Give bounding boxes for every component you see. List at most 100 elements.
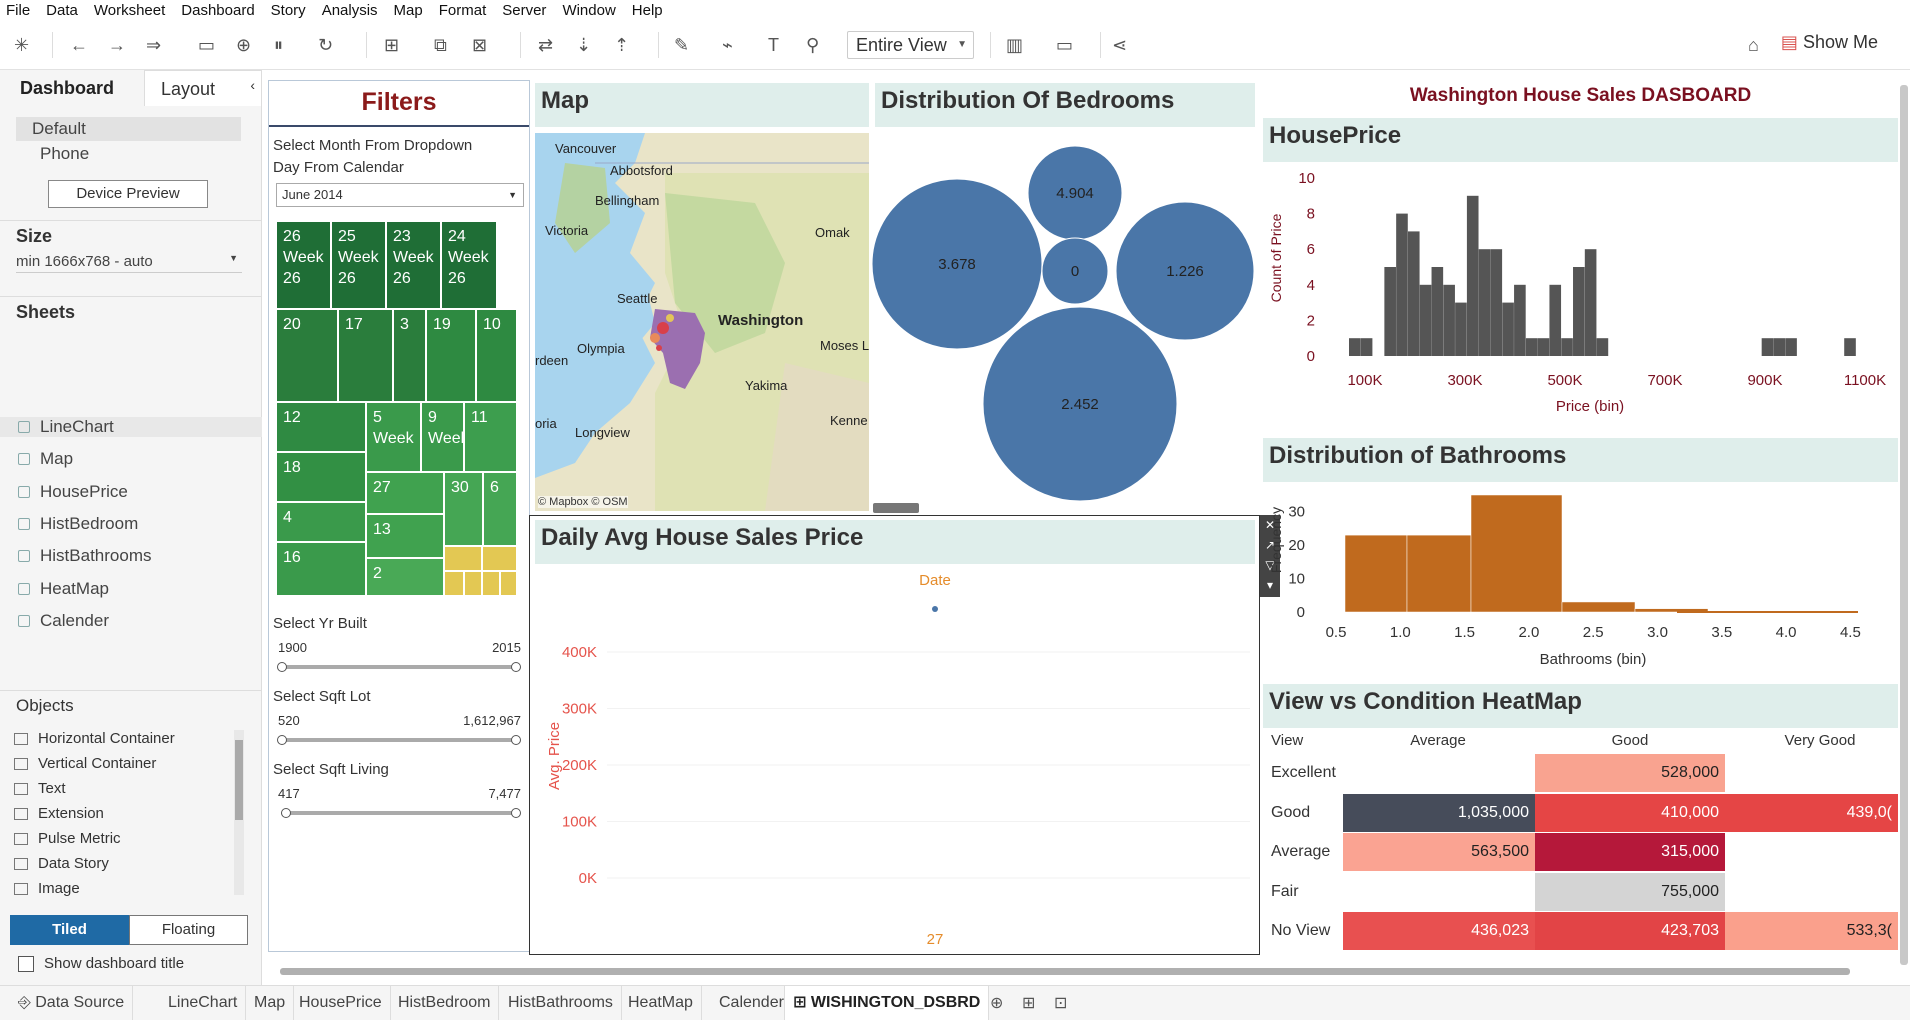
menu-analysis[interactable]: Analysis	[322, 2, 378, 19]
calendar-day[interactable]: 16	[276, 542, 366, 596]
tableau-logo-icon[interactable]: ✳	[14, 33, 29, 57]
tiled-button[interactable]: Tiled	[10, 915, 129, 945]
resize-handle[interactable]	[873, 503, 919, 513]
bath-bar[interactable]	[1470, 494, 1563, 613]
new-worksheet-icon[interactable]: ⊞	[384, 33, 399, 57]
presentation-icon[interactable]: ▭	[1056, 33, 1073, 57]
calendar-day[interactable]	[444, 571, 464, 596]
price-bar[interactable]	[1561, 338, 1573, 356]
map-view[interactable]: Vancouver Abbotsford Bellingham Victoria Oma…	[535, 133, 869, 511]
calendar-day[interactable]: 3	[393, 309, 426, 402]
group-icon[interactable]: ⌁	[722, 33, 733, 57]
floating-button[interactable]: Floating	[129, 915, 248, 945]
heatmap-cell[interactable]: 528,000	[1535, 754, 1725, 792]
fit-dropdown[interactable]: Entire View ▼	[847, 31, 974, 59]
duplicate-icon[interactable]: ⧉	[434, 33, 447, 57]
calendar-day[interactable]: 18	[276, 452, 366, 502]
menu-window[interactable]: Window	[562, 2, 615, 19]
price-bar[interactable]	[1396, 213, 1408, 356]
sqft-lot-max-handle[interactable]	[511, 735, 521, 745]
calendar-day[interactable]	[482, 546, 517, 571]
bottom-tab-data-source[interactable]: ⎆ Data Source	[10, 986, 134, 1020]
price-bar[interactable]	[1844, 338, 1856, 356]
collapse-icon[interactable]: ‹	[250, 77, 255, 93]
calendar-day[interactable]: 10	[476, 309, 517, 402]
pause-updates-icon[interactable]: ⏸	[274, 33, 283, 57]
bath-bar[interactable]	[1406, 534, 1472, 613]
show-title-checkbox[interactable]: Show dashboard title	[18, 955, 184, 972]
heatmap-cell[interactable]: 410,000	[1535, 793, 1725, 832]
labels-icon[interactable]: T	[768, 33, 779, 57]
show-me-button[interactable]: ▤ Show Me	[1781, 32, 1878, 53]
price-bar[interactable]	[1478, 249, 1491, 356]
sort-desc-icon[interactable]: ⇡	[614, 33, 629, 57]
menu-map[interactable]: Map	[394, 2, 423, 19]
format-painter-icon[interactable]: ⌂	[1748, 33, 1759, 57]
heatmap-cell[interactable]: 315,000	[1535, 833, 1725, 871]
heatmap-cell[interactable]: 1,035,000	[1343, 793, 1535, 832]
price-bar[interactable]	[1431, 267, 1444, 356]
calendar-day[interactable]: 23 Week 26	[386, 221, 441, 309]
price-bar[interactable]	[1419, 284, 1432, 356]
heatmap-cell[interactable]: 563,500	[1343, 833, 1535, 871]
calendar-day[interactable]: 17	[338, 309, 393, 402]
bottom-tab-houseprice[interactable]: HousePrice	[291, 986, 391, 1020]
price-bar[interactable]	[1525, 338, 1538, 356]
calendar-day[interactable]	[464, 571, 482, 596]
price-bar[interactable]	[1549, 284, 1562, 356]
sqft-lot-min-handle[interactable]	[277, 735, 287, 745]
bottom-tab-wishington-dsbrd[interactable]: ⊞ WISHINGTON_DSBRD	[784, 986, 990, 1020]
menu-file[interactable]: File	[6, 2, 30, 19]
price-bar[interactable]	[1596, 338, 1609, 356]
device-default[interactable]: Default	[16, 117, 241, 141]
redo-icon[interactable]: →	[108, 33, 126, 57]
heatmap-cell[interactable]: 533,3(	[1725, 912, 1898, 950]
undo-icon[interactable]: ←	[70, 33, 88, 57]
bottom-tab-linechart[interactable]: LineChart	[160, 986, 247, 1020]
highlight-icon[interactable]: ✎	[674, 33, 689, 57]
object-pulse-metric[interactable]: Pulse Metric	[14, 830, 121, 847]
calendar-day[interactable]: 24 Week 26	[441, 221, 497, 309]
price-bar[interactable]	[1785, 338, 1797, 356]
save-icon[interactable]: ▭	[198, 33, 215, 57]
sheet-histbedroom[interactable]: HistBedroom	[18, 514, 138, 534]
new-story-icon[interactable]: ⊡	[1054, 993, 1067, 1013]
tab-dashboard[interactable]: Dashboard	[0, 70, 144, 106]
price-bar[interactable]	[1514, 284, 1526, 356]
heatmap-cell[interactable]	[1725, 873, 1898, 911]
daily-point[interactable]	[932, 606, 938, 612]
refresh-icon[interactable]: ↻	[318, 33, 333, 57]
heatmap-cell[interactable]: 423,703	[1535, 912, 1725, 950]
menu-server[interactable]: Server	[502, 2, 546, 19]
calendar-day[interactable]	[444, 546, 482, 571]
calendar-day[interactable]	[500, 571, 517, 596]
bottom-tab-heatmap[interactable]: HeatMap	[620, 986, 702, 1020]
calendar-day[interactable]: 9 Week	[421, 402, 469, 472]
object-horizontal-container[interactable]: Horizontal Container	[14, 730, 175, 747]
price-bar[interactable]	[1537, 338, 1550, 356]
menu-help[interactable]: Help	[632, 2, 663, 19]
price-bar[interactable]	[1443, 284, 1455, 356]
swap-icon[interactable]: ⇄	[538, 33, 553, 57]
bath-bar[interactable]	[1344, 534, 1408, 613]
menu-format[interactable]: Format	[439, 2, 487, 19]
new-datasource-icon[interactable]: ⊕	[236, 33, 251, 57]
menu-worksheet[interactable]: Worksheet	[94, 2, 165, 19]
calendar-day[interactable]: 13	[366, 514, 444, 558]
bottom-tab-histbathrooms[interactable]: HistBathrooms	[500, 986, 622, 1020]
heatmap-cell[interactable]	[1725, 754, 1898, 792]
vertical-scrollbar[interactable]	[1900, 85, 1908, 965]
price-bar[interactable]	[1466, 195, 1479, 356]
calendar-day[interactable]: 20	[276, 309, 338, 402]
size-dropdown[interactable]: min 1666x768 - auto ▼	[16, 253, 242, 273]
sqft-living-max-handle[interactable]	[511, 808, 521, 818]
calendar-day[interactable]: 5 Week	[366, 402, 421, 472]
calendar-day[interactable]: 27	[366, 472, 444, 514]
new-dashboard-icon[interactable]: ⊞	[1022, 993, 1035, 1013]
menu-dashboard[interactable]: Dashboard	[181, 2, 254, 19]
sheet-linechart[interactable]: LineChart	[0, 417, 262, 437]
calendar-day[interactable]: 19	[426, 309, 476, 402]
price-bar[interactable]	[1573, 267, 1585, 356]
yr-built-min-handle[interactable]	[277, 662, 287, 672]
heatmap-cell[interactable]	[1725, 833, 1898, 871]
